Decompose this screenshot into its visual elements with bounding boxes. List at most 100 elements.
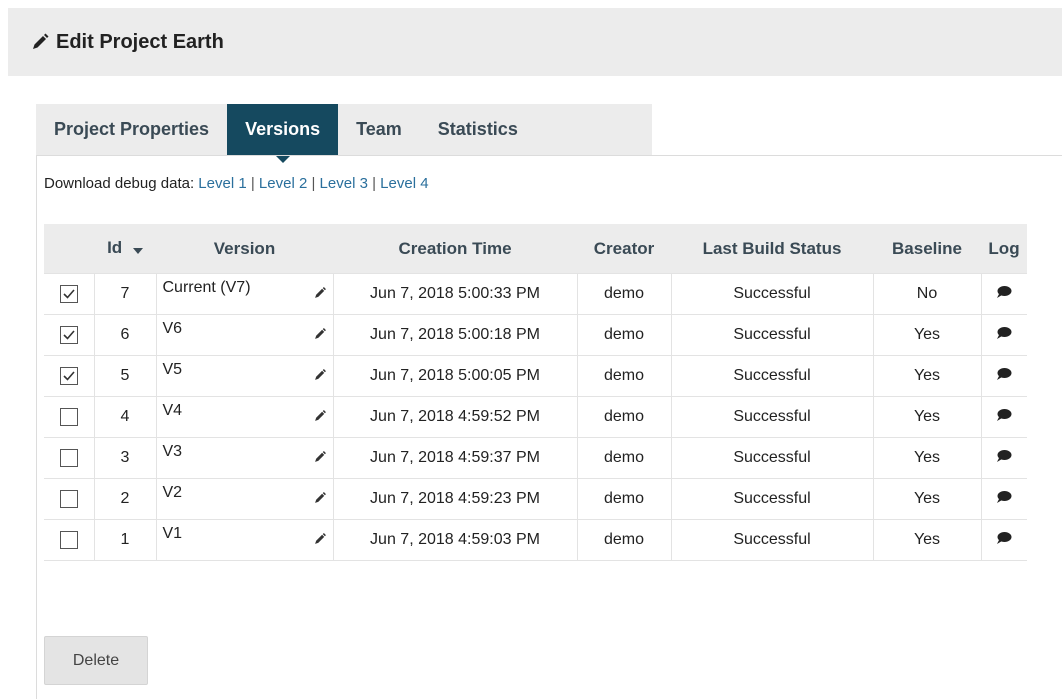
log-cell: [980, 478, 1027, 520]
id-cell: 4: [93, 396, 157, 438]
creation-time-cell: Jun 7, 2018 4:59:37 PM: [332, 437, 578, 479]
select-cell: [44, 437, 95, 479]
select-cell: [44, 478, 95, 520]
comment-icon[interactable]: [996, 285, 1012, 303]
status-cell: Successful: [670, 355, 874, 397]
baseline-cell: Yes: [872, 355, 982, 397]
row-checkbox[interactable]: [59, 489, 78, 508]
pencil-icon[interactable]: [313, 409, 327, 428]
column-header-baseline: Baseline: [873, 224, 981, 274]
page-header: Edit Project Earth: [8, 8, 1062, 76]
versions-table: Id Version Creation Time Creator Last Bu…: [44, 224, 1027, 561]
sort-down-icon: [132, 239, 143, 259]
delete-button[interactable]: Delete: [44, 636, 148, 685]
creator-cell: demo: [576, 437, 672, 479]
version-name: V5: [162, 361, 183, 378]
column-header-creator: Creator: [577, 224, 671, 274]
select-cell: [44, 273, 95, 315]
select-cell: [44, 396, 95, 438]
baseline-cell: Yes: [872, 478, 982, 520]
table-row: 4 V4 Jun 7, 2018 4:59:52 PM demo Successful Y…: [44, 396, 1027, 438]
select-cell: [44, 355, 95, 397]
version-name: V1: [162, 525, 183, 542]
version-cell: V1: [155, 519, 334, 561]
log-cell: [980, 437, 1027, 479]
pencil-icon[interactable]: [313, 450, 327, 469]
pencil-icon[interactable]: [313, 491, 327, 510]
debug-link-level-2[interactable]: Level 2: [259, 175, 307, 192]
creation-time-cell: Jun 7, 2018 5:00:18 PM: [332, 314, 578, 356]
baseline-cell: No: [872, 273, 982, 315]
row-checkbox[interactable]: [59, 284, 78, 303]
version-cell: V5: [155, 355, 334, 397]
column-header-creation-time: Creation Time: [333, 224, 577, 274]
log-cell: [980, 396, 1027, 438]
pencil-icon[interactable]: [313, 368, 327, 387]
select-cell: [44, 519, 95, 561]
baseline-cell: Yes: [872, 437, 982, 479]
debug-label: Download debug data:: [44, 175, 195, 192]
creator-cell: demo: [576, 355, 672, 397]
tab-statistics[interactable]: Statistics: [420, 104, 536, 155]
comment-icon[interactable]: [996, 449, 1012, 467]
debug-link-level-4[interactable]: Level 4: [380, 175, 428, 192]
tab-project-properties[interactable]: Project Properties: [36, 104, 227, 155]
id-cell: 3: [93, 437, 157, 479]
pencil-icon[interactable]: [313, 327, 327, 346]
page-title: Edit Project Earth: [56, 30, 224, 53]
debug-link-level-3[interactable]: Level 3: [320, 175, 368, 192]
row-checkbox[interactable]: [59, 448, 78, 467]
log-cell: [980, 355, 1027, 397]
table-row: 7 Current (V7) Jun 7, 2018 5:00:33 PM demo S…: [44, 273, 1027, 315]
row-checkbox[interactable]: [59, 407, 78, 426]
id-cell: 7: [93, 273, 157, 315]
status-cell: Successful: [670, 478, 874, 520]
separator: |: [250, 175, 255, 192]
version-name: Current (V7): [162, 279, 251, 296]
pencil-icon[interactable]: [313, 286, 327, 305]
log-cell: [980, 273, 1027, 315]
version-name: V6: [162, 320, 183, 337]
version-name: V3: [162, 443, 183, 460]
column-header-select: [44, 224, 94, 274]
debug-link-level-1[interactable]: Level 1: [198, 175, 246, 192]
table-header-row: Id Version Creation Time Creator Last Bu…: [44, 224, 1027, 274]
column-header-id[interactable]: Id: [94, 224, 156, 274]
table-row: 5 V5 Jun 7, 2018 5:00:05 PM demo Successful Y…: [44, 355, 1027, 397]
column-header-version: Version: [156, 224, 333, 274]
debug-download: Download debug data: Level 1 | Level 2 |…: [44, 175, 429, 192]
comment-icon[interactable]: [996, 408, 1012, 426]
creation-time-cell: Jun 7, 2018 5:00:33 PM: [332, 273, 578, 315]
id-cell: 2: [93, 478, 157, 520]
comment-icon[interactable]: [996, 531, 1012, 549]
column-header-log: Log: [981, 224, 1027, 274]
creator-cell: demo: [576, 519, 672, 561]
table-row: 2 V2 Jun 7, 2018 4:59:23 PM demo Successful Y…: [44, 478, 1027, 520]
id-cell: 5: [93, 355, 157, 397]
creation-time-cell: Jun 7, 2018 4:59:03 PM: [332, 519, 578, 561]
table-row: 3 V3 Jun 7, 2018 4:59:37 PM demo Successful Y…: [44, 437, 1027, 479]
comment-icon[interactable]: [996, 367, 1012, 385]
tab-versions[interactable]: Versions: [227, 104, 339, 163]
comment-icon[interactable]: [996, 326, 1012, 344]
version-name: V4: [162, 402, 183, 419]
table-row: 6 V6 Jun 7, 2018 5:00:18 PM demo Successful Y…: [44, 314, 1027, 356]
row-checkbox[interactable]: [59, 366, 78, 385]
version-cell: V6: [155, 314, 334, 356]
column-header-id-label: Id: [107, 238, 123, 258]
status-cell: Successful: [670, 519, 874, 561]
status-cell: Successful: [670, 273, 874, 315]
pencil-icon: [30, 32, 50, 52]
row-checkbox[interactable]: [59, 325, 78, 344]
tab-team[interactable]: Team: [338, 104, 420, 155]
version-cell: V4: [155, 396, 334, 438]
status-cell: Successful: [670, 437, 874, 479]
id-cell: 6: [93, 314, 157, 356]
pencil-icon[interactable]: [313, 532, 327, 551]
version-cell: V3: [155, 437, 334, 479]
tab-bar: Project Properties Versions Team Statist…: [36, 104, 652, 163]
comment-icon[interactable]: [996, 490, 1012, 508]
creation-time-cell: Jun 7, 2018 4:59:52 PM: [332, 396, 578, 438]
log-cell: [980, 314, 1027, 356]
row-checkbox[interactable]: [59, 530, 78, 549]
